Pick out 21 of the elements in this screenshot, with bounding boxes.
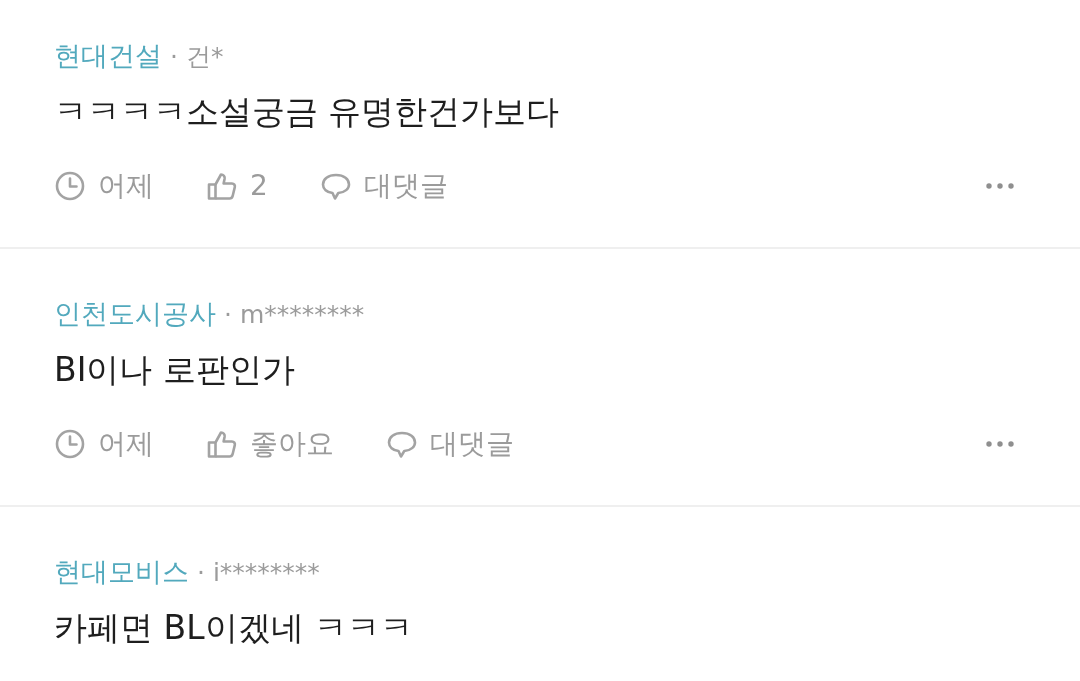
comment-text: ㅋㅋㅋㅋ소설궁금 유명한건가보다 [54,91,561,133]
reply-button[interactable]: 대댓글 [319,166,448,206]
clock-icon [54,428,86,460]
thumbs-up-icon [206,170,238,202]
comment-text: 카페면 BL이겠네 ㅋㅋㅋ [54,607,414,649]
like-button[interactable]: 2 [206,166,268,206]
time-text: 어제 [98,168,154,204]
user-id: · 건* [170,41,224,73]
comment-text: BI이나 로판인가 [54,349,296,391]
more-icon [986,183,1014,189]
company-name: 현대건설 [54,39,162,73]
user-id: · i******** [197,557,320,589]
company-name: 현대모비스 [54,555,189,589]
like-button[interactable]: 좋아요 [206,424,334,464]
more-icon [986,441,1014,447]
company-name: 인천도시공사 [54,297,216,331]
thumbs-up-icon [206,428,238,460]
clock-icon [54,170,86,202]
reply-button[interactable]: 대댓글 [386,424,514,464]
time-text: 어제 [98,426,154,462]
user-id: · m******** [224,299,365,331]
